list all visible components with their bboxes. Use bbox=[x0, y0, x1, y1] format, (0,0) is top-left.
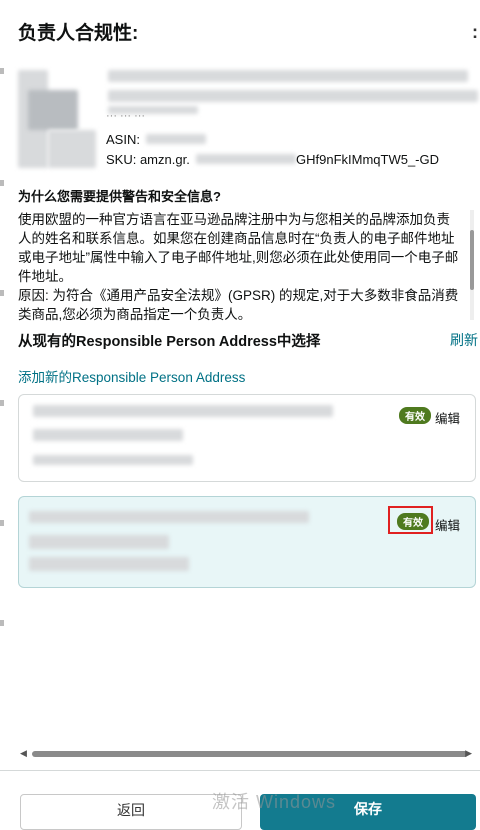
address-blur bbox=[33, 405, 333, 417]
highlight-annotation bbox=[388, 506, 433, 534]
product-summary: ··· ··· ··· ASIN: SKU: amzn.gr. GHf9nFkI… bbox=[18, 62, 478, 172]
scroll-right-icon[interactable]: ▶ bbox=[465, 748, 472, 759]
asin-value-blur bbox=[146, 134, 206, 144]
sku-suffix: GHf9nFkIMmqTW5_-GD bbox=[296, 152, 440, 167]
info-description: 使用欧盟的一种官方语言在亚马逊品牌注册中为与您相关的品牌添加负责人的姓名和联系信… bbox=[18, 210, 463, 322]
address-blur bbox=[29, 557, 189, 571]
edit-address-link[interactable]: 编辑 bbox=[435, 408, 460, 427]
refresh-link[interactable]: 刷新 bbox=[450, 330, 478, 350]
responsible-person-dialog: 负责人合规性: : ··· ··· ··· ASIN: SKU: amzn.gr… bbox=[0, 0, 480, 830]
more-options-icon[interactable]: : bbox=[472, 22, 478, 43]
sku-blur bbox=[196, 154, 296, 164]
info-paragraph: 原因: 为符合《通用产品安全法规》(GPSR) 的规定,对于大多数非食品消费类商… bbox=[18, 288, 459, 322]
status-badge: 有效 bbox=[399, 407, 431, 424]
edit-address-link[interactable]: 编辑 bbox=[435, 515, 460, 534]
product-image bbox=[18, 70, 96, 168]
address-card[interactable]: 有效 编辑 bbox=[18, 394, 476, 482]
description-scrollbar[interactable] bbox=[470, 210, 476, 320]
product-partial-label: ··· ··· ··· bbox=[106, 110, 146, 122]
scroll-left-icon[interactable]: ◀ bbox=[20, 748, 27, 759]
asin-label: ASIN: bbox=[106, 132, 140, 147]
info-paragraph: 使用欧盟的一种官方语言在亚马逊品牌注册中为与您相关的品牌添加负责人的姓名和联系信… bbox=[18, 212, 459, 284]
product-title-blur bbox=[108, 90, 478, 102]
select-existing-heading: 从现有的Responsible Person Address中选择 bbox=[18, 334, 321, 350]
product-title-blur bbox=[108, 70, 468, 82]
horizontal-scrollbar[interactable]: ◀ ▶ bbox=[20, 748, 472, 760]
footer-divider bbox=[0, 770, 480, 771]
left-edge-marks bbox=[0, 60, 6, 760]
address-blur bbox=[33, 429, 183, 441]
address-blur bbox=[29, 511, 309, 523]
add-new-address-link[interactable]: 添加新的Responsible Person Address bbox=[18, 366, 245, 386]
dialog-title: 负责人合规性: bbox=[18, 23, 139, 44]
scrollbar-thumb[interactable] bbox=[32, 751, 468, 757]
sku-prefix: SKU: amzn.gr. bbox=[106, 152, 190, 167]
address-blur bbox=[29, 535, 169, 549]
back-button[interactable]: 返回 bbox=[20, 794, 242, 830]
windows-activation-watermark: 激活 Windows bbox=[212, 792, 337, 812]
address-blur bbox=[33, 455, 193, 465]
why-heading: 为什么您需要提供警告和安全信息? bbox=[18, 189, 221, 204]
